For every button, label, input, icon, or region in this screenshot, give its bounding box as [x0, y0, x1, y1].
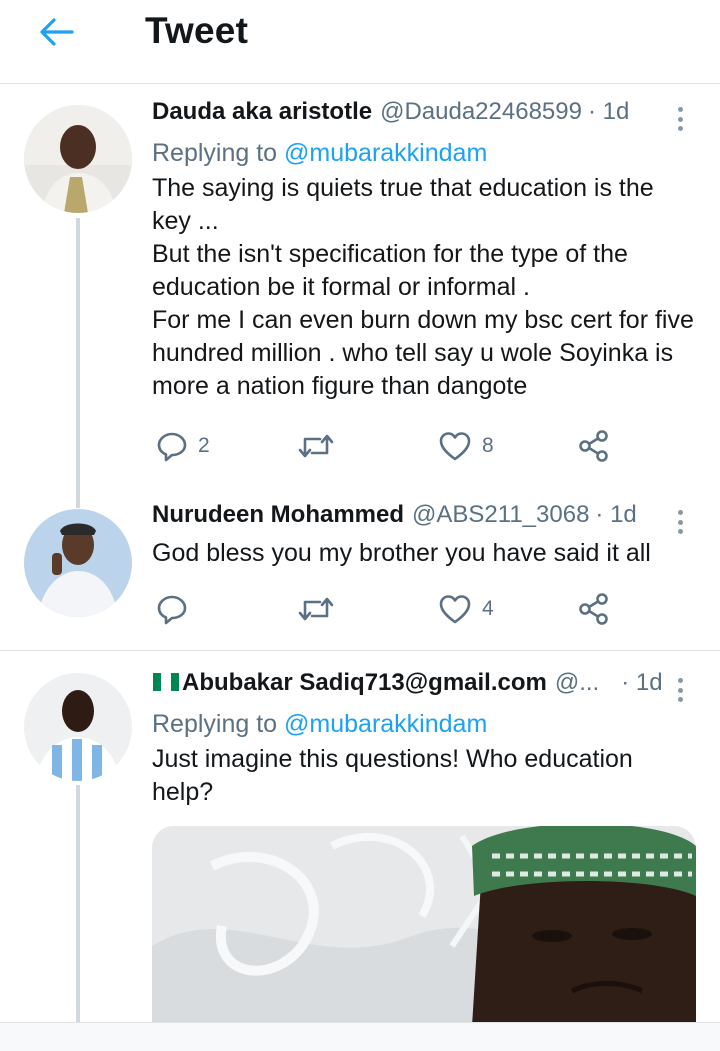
back-arrow-icon [40, 18, 74, 46]
text-line: But the isn't specification for the type… [152, 240, 628, 268]
text-line: education be it formal or informal . [152, 273, 530, 301]
author-handle[interactable]: @... [555, 669, 599, 697]
like-icon [439, 595, 471, 624]
tweet-text: God bless you my brother you have said i… [152, 537, 697, 570]
replying-prefix: Replying to [152, 710, 285, 738]
text-line: hundred million . who tell say u wole So… [152, 339, 674, 367]
share-button[interactable] [578, 426, 610, 466]
reply-button[interactable] [156, 589, 188, 629]
text-line: more a nation figure than dangote [152, 372, 528, 400]
nigeria-flag-icon [153, 673, 179, 691]
back-button[interactable] [30, 10, 82, 54]
mention-link[interactable]: @mubarakkindam [284, 710, 487, 738]
tweet-time: · 1d [621, 669, 663, 696]
like-icon [439, 432, 471, 461]
mention-link[interactable]: @mubarakkindam [284, 139, 487, 167]
text-line: God bless you my brother you have said i… [152, 539, 651, 567]
share-icon [579, 430, 608, 462]
text-line: key ... [152, 207, 219, 235]
author-name[interactable]: Dauda aka aristotle [152, 98, 372, 126]
divider [0, 650, 720, 651]
like-count: 4 [482, 597, 494, 620]
reply-icon [157, 432, 187, 462]
text-line: help? [152, 778, 214, 806]
action-bar: 4 [152, 589, 622, 629]
replying-to: Replying to @mubarakkindam [152, 134, 697, 172]
like-button[interactable]: 4 [438, 589, 494, 629]
retweet-button[interactable] [296, 589, 336, 629]
replying-to: Replying to @mubarakkindam [152, 705, 697, 743]
retweet-button[interactable] [296, 426, 336, 466]
author-name[interactable]: Nurudeen Mohammed [152, 501, 404, 529]
more-options-button[interactable] [667, 675, 693, 705]
share-icon [579, 593, 608, 625]
tweet-time: · 1d [595, 501, 637, 528]
text-line: Just imagine this questions! Who educati… [152, 745, 633, 773]
text-line: The saying is quiets true that education… [152, 174, 654, 202]
more-icon [677, 107, 683, 112]
tweet-image[interactable] [152, 826, 696, 1026]
avatar[interactable] [24, 105, 132, 213]
retweet-icon [298, 434, 334, 458]
more-icon [677, 510, 683, 515]
replying-prefix: Replying to [152, 139, 285, 167]
page-title: Tweet [145, 10, 249, 51]
more-options-button[interactable] [667, 104, 693, 134]
retweet-icon [298, 597, 334, 621]
tweet-text: The saying is quiets true that education… [152, 172, 697, 403]
text-line: For me I can even burn down my bsc cert … [152, 306, 694, 334]
avatar[interactable] [24, 673, 132, 781]
tweet-header: Dauda aka aristotle @Dauda22468599 · 1d [152, 98, 697, 134]
bottom-bar [0, 1022, 720, 1051]
share-button[interactable] [578, 589, 610, 629]
like-button[interactable]: 8 [438, 426, 494, 466]
reply-count: 2 [198, 434, 210, 457]
tweet-time: · 1d [587, 98, 630, 125]
avatar[interactable] [24, 509, 132, 617]
thread-line [76, 785, 80, 1022]
reply-button[interactable]: 2 [156, 426, 210, 466]
author-name[interactable]: Abubakar Sadiq713@gmail.com [182, 669, 547, 697]
tweet-text: Just imagine this questions! Who educati… [152, 743, 697, 809]
thread-line [76, 218, 80, 508]
like-count: 8 [482, 434, 494, 457]
tweet-header: Abubakar Sadiq713@gmail.com @... · 1d [152, 669, 697, 705]
more-icon [677, 678, 683, 683]
tweet-header: Nurudeen Mohammed @ABS211_3068 · 1d [152, 501, 697, 537]
more-options-button[interactable] [667, 507, 693, 537]
reply-icon [157, 595, 187, 625]
author-handle[interactable]: @ABS211_3068 [412, 501, 589, 529]
top-bar: Tweet [0, 0, 720, 84]
author-handle[interactable]: @Dauda22468599 [380, 98, 582, 126]
action-bar: 2 8 [152, 426, 622, 466]
